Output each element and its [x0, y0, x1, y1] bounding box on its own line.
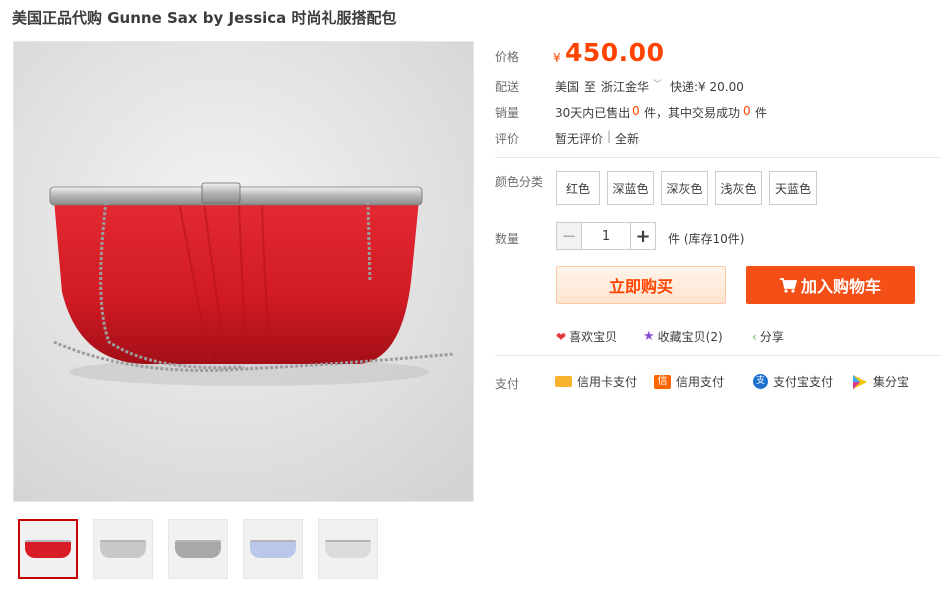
page-title: 美国正品代购 Gunne Sax by Jessica 时尚礼服搭配包	[12, 9, 397, 27]
reviews-label: 评价	[495, 132, 520, 146]
thumbnail-bag-icon	[25, 540, 71, 558]
red-clutch-bag-image	[14, 42, 473, 501]
color-option-light-gray[interactable]: 浅灰色	[715, 171, 762, 205]
payment-jifenbao: 集分宝	[852, 373, 909, 390]
thumbnail-red[interactable]	[18, 519, 78, 579]
color-option-red[interactable]: 红色	[556, 171, 600, 205]
payment-credit-card-label: 信用卡支付	[577, 375, 638, 389]
color-option-navy[interactable]: 深蓝色	[607, 171, 654, 205]
add-to-cart-label: 加入购物车	[800, 277, 881, 296]
sold-count: 0	[632, 104, 640, 118]
thumbnail-blue[interactable]	[243, 519, 303, 579]
reviews-link[interactable]: 暂无评价	[555, 130, 603, 147]
payment-credit-label: 信用支付	[676, 375, 725, 389]
favorite-button[interactable]: ★ 收藏宝贝(2)	[643, 328, 723, 345]
thumbnail-bag-icon	[250, 540, 296, 558]
share-icon: ‹	[752, 329, 757, 344]
color-option-sky-blue[interactable]: 天蓝色	[769, 171, 817, 205]
quantity-stepper: − 1 +	[556, 222, 656, 250]
color-label: 颜色分类	[495, 175, 544, 189]
thumbnail-silver[interactable]	[93, 519, 153, 579]
thumbnail-strip	[18, 519, 378, 579]
sales-prefix: 30天内已售出	[555, 106, 631, 120]
condition-new: 全新	[615, 132, 640, 146]
add-to-cart-button[interactable]: 加入购物车	[746, 266, 915, 304]
share-button[interactable]: ‹ 分享	[752, 328, 784, 345]
divider	[495, 355, 942, 356]
thumbnail-bag-icon	[175, 540, 221, 558]
thumbnail-bag-icon	[325, 540, 371, 558]
reviews-divider: |	[607, 129, 612, 143]
payment-credit: 信 信用支付	[654, 373, 724, 390]
sales-unit: 件	[755, 106, 768, 120]
thumbnail-white[interactable]	[318, 519, 378, 579]
success-count: 0	[743, 104, 751, 118]
cart-icon	[779, 277, 797, 293]
thumbnail-bag-icon	[100, 540, 146, 558]
credit-pay-icon: 信	[654, 374, 671, 389]
delivery-to-word: 至	[584, 80, 597, 94]
currency-symbol: ¥	[553, 51, 561, 65]
like-label: 喜欢宝贝	[569, 330, 618, 344]
jifenbao-icon	[853, 374, 867, 389]
quantity-increase-button[interactable]: +	[630, 222, 656, 250]
price-label: 价格	[495, 50, 520, 64]
heart-icon: ❤	[556, 329, 567, 344]
delivery-destination-select[interactable]: 浙江金华	[601, 78, 649, 95]
payment-alipay-label: 支付宝支付	[773, 375, 834, 389]
favorite-label: 收藏宝贝(2)	[657, 330, 723, 344]
thumbnail-gray[interactable]	[168, 519, 228, 579]
delivery-origin: 美国	[555, 80, 580, 94]
quantity-input[interactable]: 1	[582, 222, 630, 250]
payment-jifenbao-label: 集分宝	[873, 375, 910, 389]
like-button[interactable]: ❤ 喜欢宝贝	[556, 328, 617, 345]
buy-now-button[interactable]: 立即购买	[556, 266, 726, 304]
payment-credit-card: 信用卡支付	[555, 373, 637, 390]
credit-card-icon	[555, 376, 572, 387]
quantity-decrease-button[interactable]: −	[556, 222, 582, 250]
sales-label: 销量	[495, 106, 520, 120]
share-label: 分享	[759, 330, 784, 344]
payment-label: 支付	[495, 377, 520, 391]
sales-middle: 件，其中交易成功	[644, 106, 741, 120]
delivery-label: 配送	[495, 80, 520, 94]
stock-info: 件 (库存10件)	[668, 232, 745, 246]
alipay-icon: 支	[753, 374, 768, 389]
divider	[495, 157, 942, 158]
price-value: 450.00	[565, 38, 665, 67]
color-option-dark-gray[interactable]: 深灰色	[661, 171, 708, 205]
payment-alipay: 支 支付宝支付	[753, 373, 833, 390]
quantity-label: 数量	[495, 232, 520, 246]
star-icon: ★	[643, 329, 655, 344]
chevron-down-icon[interactable]: ﹀	[653, 77, 662, 90]
main-product-image[interactable]	[13, 41, 474, 502]
shipping-fee: 快递:¥ 20.00	[670, 80, 744, 94]
